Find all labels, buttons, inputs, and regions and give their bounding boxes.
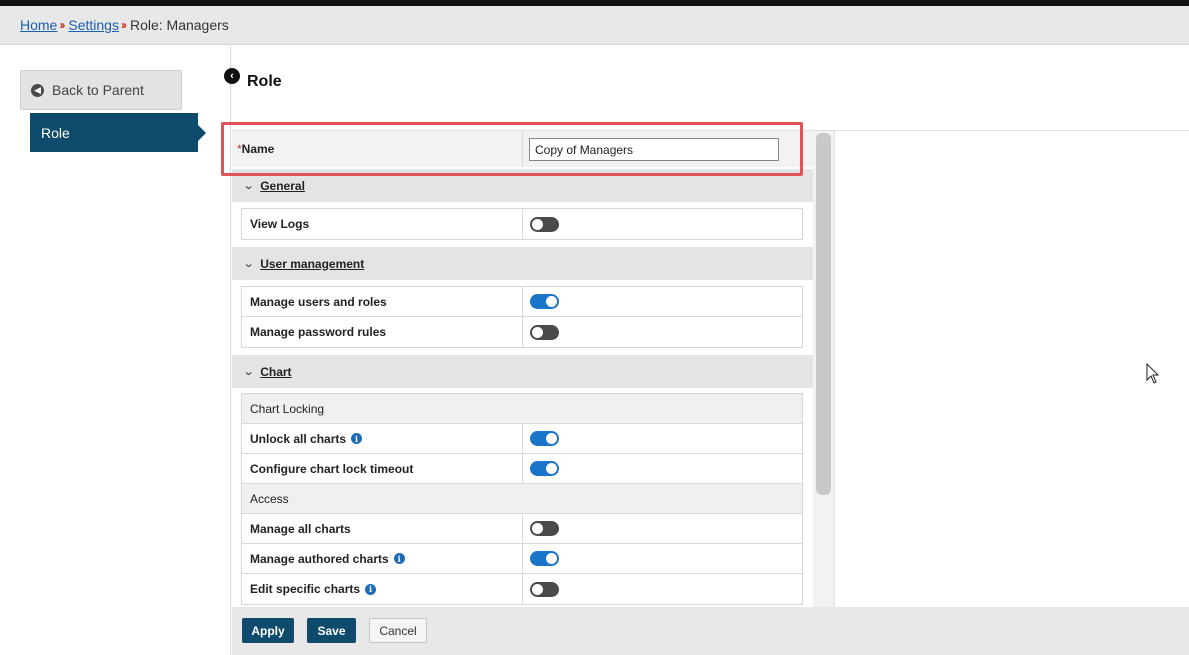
manage-password-rules-toggle[interactable] (530, 324, 559, 340)
subgroup-header: Access (242, 484, 802, 514)
save-button[interactable]: Save (307, 618, 356, 643)
permission-row-edit-specific-charts: Edit specific charts i (242, 574, 802, 604)
name-label-text: Name (241, 142, 275, 156)
view-logs-toggle[interactable] (530, 216, 559, 232)
general-group: View Logs (241, 208, 803, 240)
chevron-down-icon: ⌄ (242, 258, 255, 270)
circle-arrow-left-icon: ◀ (31, 83, 44, 97)
info-icon[interactable]: i (365, 583, 377, 595)
permission-row-manage-users: Manage users and roles (242, 287, 802, 317)
permission-label: Manage password rules (242, 317, 523, 347)
breadcrumb-current: Role: Managers (129, 17, 229, 33)
permission-row-unlock-all-charts: Unlock all charts i (242, 424, 802, 454)
manage-authored-charts-toggle[interactable] (530, 551, 559, 566)
breadcrumb: Home ›› Settings ›› Role: Managers (0, 6, 1189, 45)
permission-label: Manage all charts (242, 514, 523, 543)
permission-row-manage-all-charts: Manage all charts (242, 514, 802, 544)
footer-bar: Apply Save Cancel (232, 607, 1189, 655)
unlock-all-charts-toggle[interactable] (530, 431, 559, 446)
chevron-down-icon: ⌄ (242, 180, 255, 192)
permission-row-view-logs: View Logs (242, 209, 802, 239)
permission-row-manage-password-rules: Manage password rules (242, 317, 802, 347)
name-label: *Name (237, 142, 274, 156)
back-to-parent-label: Back to Parent (52, 82, 144, 98)
mouse-pointer-icon (1146, 363, 1160, 384)
name-row: *Name (232, 131, 813, 167)
permission-label: Edit specific charts i (242, 574, 523, 604)
permission-label-text: Unlock all charts (250, 431, 347, 446)
apply-button[interactable]: Apply (242, 618, 294, 643)
breadcrumb-separator: ›› (59, 18, 65, 32)
section-general-header[interactable]: ⌄ General (232, 169, 813, 202)
subgroup-header: Chart Locking (242, 394, 802, 424)
permission-label: Manage users and roles (242, 287, 523, 316)
permission-label: View Logs (242, 209, 523, 239)
chevron-down-icon: ⌄ (242, 366, 255, 378)
subgroup-title: Access (250, 491, 289, 506)
sidebar-item-label: Role (41, 124, 70, 141)
section-chart-header[interactable]: ⌄ Chart (232, 355, 813, 388)
section-title[interactable]: Chart (260, 365, 291, 379)
sidebar-item-role[interactable]: Role (30, 113, 206, 152)
permission-label: Unlock all charts i (242, 424, 523, 453)
permission-row-manage-authored-charts: Manage authored charts i (242, 544, 802, 574)
back-to-parent-button[interactable]: ◀ Back to Parent (20, 70, 182, 110)
permission-label: Configure chart lock timeout (242, 454, 523, 483)
breadcrumb-home-link[interactable]: Home (20, 17, 57, 33)
section-title[interactable]: General (260, 179, 305, 193)
page-header: ‹ Role (224, 46, 1189, 131)
scrollbar-thumb[interactable] (816, 133, 831, 495)
permission-label-text: Edit specific charts (250, 582, 361, 596)
edit-specific-charts-toggle[interactable] (530, 581, 559, 597)
circle-chevron-left-icon[interactable]: ‹ (224, 68, 240, 84)
permission-label-text: Manage authored charts (250, 551, 389, 566)
scrollbar[interactable] (813, 131, 835, 607)
sidebar: ◀ Back to Parent Role (0, 46, 231, 655)
role-form: *Name ⌄ General View Logs ⌄ User managem… (232, 131, 813, 607)
breadcrumb-separator: ›› (120, 18, 127, 32)
info-icon[interactable]: i (351, 433, 363, 444)
user-management-group: Manage users and roles Manage password r… (241, 286, 803, 348)
permission-label: Manage authored charts i (242, 544, 523, 573)
divider (522, 131, 523, 167)
info-icon[interactable]: i (393, 553, 405, 564)
manage-users-toggle[interactable] (530, 294, 559, 309)
configure-lock-timeout-toggle[interactable] (530, 461, 559, 476)
name-input[interactable] (529, 138, 779, 161)
section-user-management-header[interactable]: ⌄ User management (232, 247, 813, 280)
chart-group: Chart Locking Unlock all charts i Configu… (241, 393, 803, 605)
manage-all-charts-toggle[interactable] (530, 521, 559, 536)
subgroup-title: Chart Locking (250, 401, 325, 416)
breadcrumb-settings-link[interactable]: Settings (68, 17, 119, 33)
permission-row-configure-lock-timeout: Configure chart lock timeout (242, 454, 802, 484)
section-title[interactable]: User management (260, 257, 364, 271)
cancel-button[interactable]: Cancel (369, 618, 427, 643)
page-title: Role (247, 73, 282, 90)
